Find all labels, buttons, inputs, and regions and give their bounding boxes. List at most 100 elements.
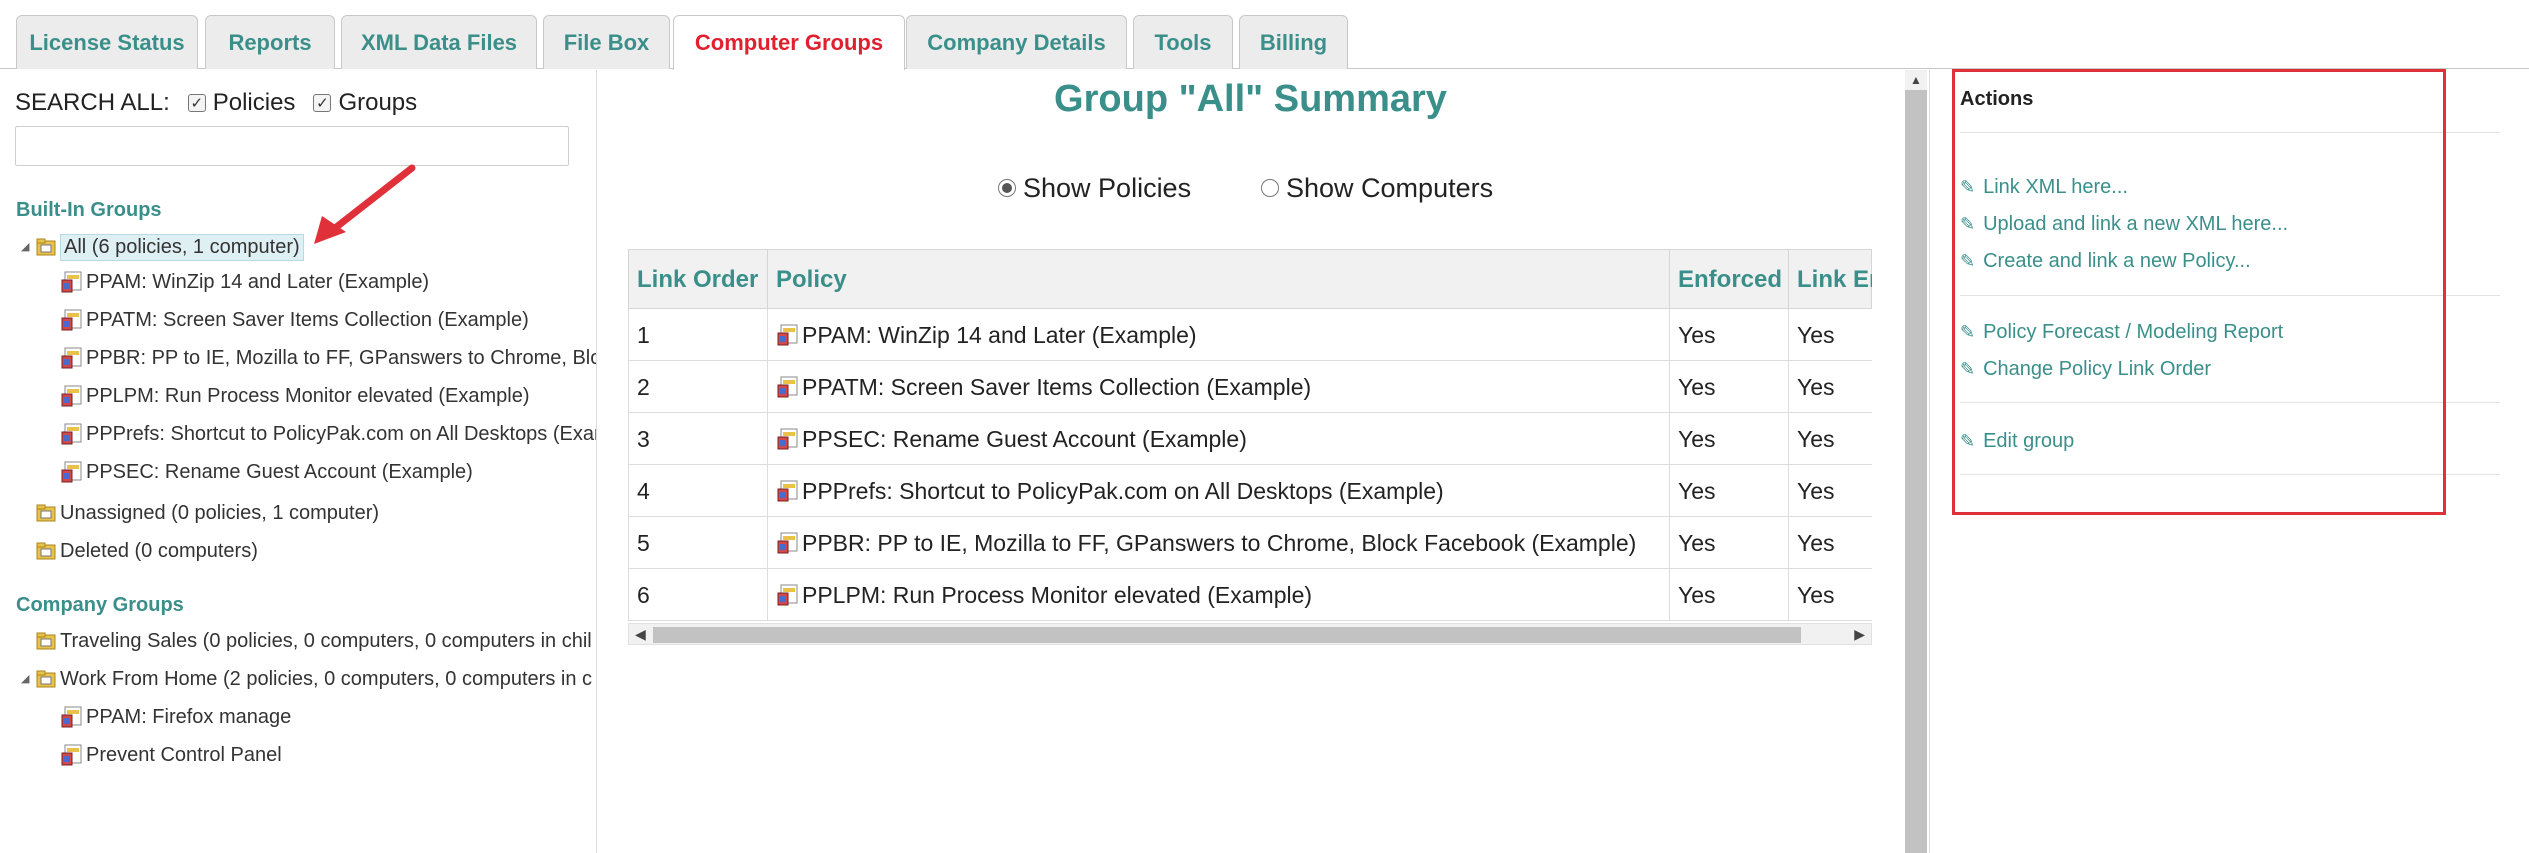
table-row[interactable]: 4 PPPrefs: Shortcut to PolicyPak.com on … [628, 465, 1872, 517]
policy-document-icon [777, 428, 798, 450]
main-tab-bar: License Status Reports XML Data Files Fi… [0, 0, 2529, 70]
table-row[interactable]: 3 PPSEC: Rename Guest Account (Example) … [628, 413, 1872, 465]
cell-policy: PPPrefs: Shortcut to PolicyPak.com on Al… [768, 465, 1670, 517]
policy-document-icon [61, 385, 82, 407]
cell-link-order: 2 [629, 361, 768, 413]
tab-billing[interactable]: Billing [1239, 15, 1348, 69]
tree-item-label: PPBR: PP to IE, Mozilla to FF, GPanswers… [86, 346, 597, 369]
policies-grid: Link Order Policy Enforced Link En 1 PPA… [628, 249, 1872, 645]
cell-link-order: 4 [629, 465, 768, 517]
cell-link-order: 1 [629, 309, 768, 361]
cell-enforced: Yes [1670, 361, 1789, 413]
cell-policy: PPATM: Screen Saver Items Collection (Ex… [768, 361, 1670, 413]
panel-vertical-scrollbar[interactable]: ▲ [1905, 70, 1927, 853]
tree-policy-item[interactable]: PPBR: PP to IE, Mozilla to FF, GPanswers… [60, 343, 597, 373]
expanded-caret-icon[interactable]: ◢ [21, 240, 29, 253]
show-policies-label: Show Policies [1023, 172, 1192, 203]
policy-name: PPAM: WinZip 14 and Later (Example) [802, 321, 1197, 348]
policies-checkbox[interactable]: ✓ [187, 94, 206, 112]
tree-item-label: All (6 policies, 1 computer) [60, 233, 304, 261]
tree-policy-item[interactable]: PPAM: WinZip 14 and Later (Example) [60, 267, 429, 297]
policy-name: PPSEC: Rename Guest Account (Example) [802, 425, 1247, 452]
cell-link-order: 3 [629, 413, 768, 465]
table-row[interactable]: 6 PPLPM: Run Process Monitor elevated (E… [628, 569, 1872, 621]
cell-policy: PPLPM: Run Process Monitor elevated (Exa… [768, 569, 1670, 621]
scroll-left-icon[interactable]: ◀ [635, 626, 646, 643]
tree-group-work-from-home[interactable]: Work From Home (2 policies, 0 computers,… [36, 664, 592, 694]
tab-license-status[interactable]: License Status [16, 15, 198, 69]
policy-document-icon [61, 744, 82, 766]
tab-xml-data-files[interactable]: XML Data Files [341, 15, 537, 69]
folder-group-icon [36, 632, 56, 650]
tab-file-box[interactable]: File Box [543, 15, 670, 69]
tree-group-all[interactable]: All (6 policies, 1 computer) [36, 232, 304, 262]
tab-company-details[interactable]: Company Details [906, 15, 1127, 69]
column-header-link-order[interactable]: Link Order [629, 250, 768, 310]
policy-document-icon [61, 706, 82, 728]
tree-item-label: PPPrefs: Shortcut to PolicyPak.com on Al… [86, 422, 597, 445]
policy-document-icon [61, 309, 82, 331]
tree-group-unassigned[interactable]: Unassigned (0 policies, 1 computer) [36, 498, 379, 528]
groups-checkbox[interactable]: ✓ [313, 94, 332, 112]
policy-name: PPATM: Screen Saver Items Collection (Ex… [802, 373, 1312, 400]
tab-computer-groups[interactable]: Computer Groups [673, 15, 905, 70]
tree-item-label: PPAM: Firefox manage [86, 705, 292, 728]
cell-enforced: Yes [1670, 569, 1789, 621]
show-policies-option[interactable]: Show Policies [998, 170, 1191, 206]
cell-enforced: Yes [1670, 309, 1789, 361]
table-row[interactable]: 5 PPBR: PP to IE, Mozilla to FF, GPanswe… [628, 517, 1872, 569]
scrollbar-thumb[interactable] [653, 627, 1801, 643]
tree-item-label: PPAM: WinZip 14 and Later (Example) [86, 270, 430, 293]
policy-document-icon [777, 480, 798, 502]
policy-name: PPPrefs: Shortcut to PolicyPak.com on Al… [802, 477, 1444, 504]
tree-group-deleted[interactable]: Deleted (0 computers) [36, 536, 258, 566]
policy-name: PPBR: PP to IE, Mozilla to FF, GPanswers… [802, 529, 1637, 556]
scroll-up-icon[interactable]: ▲ [1905, 70, 1927, 90]
cell-enforced: Yes [1670, 517, 1789, 569]
table-row[interactable]: 2 PPATM: Screen Saver Items Collection (… [628, 361, 1872, 413]
folder-group-icon [36, 238, 56, 256]
column-header-policy[interactable]: Policy [768, 250, 1670, 310]
tree-policy-item[interactable]: PPLPM: Run Process Monitor elevated (Exa… [60, 381, 530, 411]
tree-item-label: Unassigned (0 policies, 1 computer) [60, 501, 380, 524]
show-computers-option[interactable]: Show Computers [1261, 170, 1493, 206]
cell-enforced: Yes [1670, 465, 1789, 517]
tree-item-label: Work From Home (2 policies, 0 computers,… [60, 667, 593, 690]
tree-item-label: Prevent Control Panel [86, 743, 282, 766]
cell-link-enabled: Yes [1797, 425, 1835, 452]
tree-policy-item[interactable]: PPPrefs: Shortcut to PolicyPak.com on Al… [60, 419, 597, 449]
tab-reports[interactable]: Reports [205, 15, 335, 69]
folder-group-icon [36, 542, 56, 560]
cell-link-enabled: Yes [1797, 321, 1835, 348]
tree-group-traveling-sales[interactable]: Traveling Sales (0 policies, 0 computers… [36, 626, 592, 656]
scroll-right-icon[interactable]: ▶ [1854, 626, 1865, 643]
tab-tools[interactable]: Tools [1133, 15, 1233, 69]
folder-group-icon [36, 504, 56, 522]
tree-item-label: PPSEC: Rename Guest Account (Example) [86, 460, 473, 483]
tree-policy-item[interactable]: PPSEC: Rename Guest Account (Example) [60, 457, 473, 487]
policy-document-icon [777, 324, 798, 346]
search-all-label: SEARCH ALL: [15, 89, 170, 116]
show-policies-radio[interactable] [998, 179, 1016, 197]
cell-link-order: 6 [629, 569, 768, 621]
tree-policy-item[interactable]: PPAM: Firefox manage [60, 702, 291, 732]
tree-policy-item[interactable]: Prevent Control Panel [60, 740, 282, 770]
search-input[interactable] [15, 126, 569, 166]
groups-checkbox-label: Groups [338, 89, 418, 116]
group-summary-panel: Group "All" Summary Show Policies Show C… [598, 70, 1929, 853]
grid-header: Link Order Policy Enforced Link En [628, 249, 1872, 310]
show-computers-radio[interactable] [1261, 179, 1279, 197]
expanded-caret-icon[interactable]: ◢ [21, 672, 29, 685]
tree-policy-item[interactable]: PPATM: Screen Saver Items Collection (Ex… [60, 305, 529, 335]
show-computers-label: Show Computers [1286, 172, 1494, 203]
company-groups-heading: Company Groups [16, 594, 184, 616]
policy-document-icon [777, 376, 798, 398]
column-header-link-enabled[interactable]: Link En [1789, 250, 1872, 310]
tree-item-label: PPLPM: Run Process Monitor elevated (Exa… [86, 384, 530, 407]
builtin-groups-heading: Built-In Groups [16, 199, 162, 221]
policy-document-icon [777, 584, 798, 606]
cell-policy: PPSEC: Rename Guest Account (Example) [768, 413, 1670, 465]
table-row[interactable]: 1 PPAM: WinZip 14 and Later (Example) Ye… [628, 309, 1872, 361]
column-header-enforced[interactable]: Enforced [1670, 250, 1789, 310]
grid-horizontal-scrollbar[interactable]: ◀ ▶ [628, 623, 1872, 645]
